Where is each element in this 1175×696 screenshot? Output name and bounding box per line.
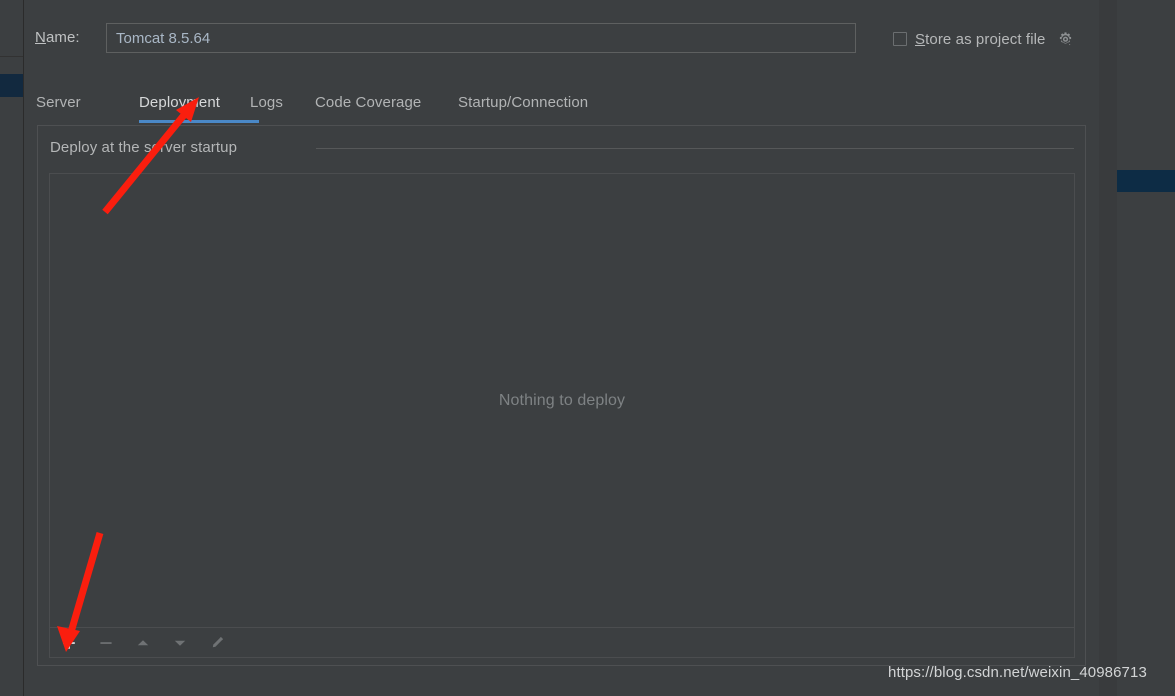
pencil-icon: [208, 634, 226, 652]
deploy-group-title: Deploy at the server startup: [50, 139, 246, 156]
deployment-list-toolbar: [49, 628, 1075, 658]
sidebar-row-selected[interactable]: [0, 74, 23, 97]
tab-logs[interactable]: Logs: [250, 88, 283, 123]
arrow-down-icon: [171, 634, 189, 652]
remove-button[interactable]: [93, 631, 119, 655]
tab-code-coverage[interactable]: Code Coverage: [315, 88, 421, 123]
sidebar-row[interactable]: [0, 56, 23, 75]
store-label-rest: tore as project file: [925, 31, 1045, 48]
minus-icon: [97, 634, 115, 652]
tab-startup-connection[interactable]: Startup/Connection: [458, 88, 588, 123]
gear-icon[interactable]: [1057, 31, 1074, 48]
move-down-button[interactable]: [167, 631, 193, 655]
tab-deployment[interactable]: Deployment: [139, 88, 220, 123]
plus-icon: [60, 634, 78, 652]
tab-server[interactable]: Server: [36, 88, 81, 123]
store-label-mnemonic: S: [915, 31, 925, 48]
dialog-outer-gap: [1099, 0, 1117, 696]
name-label: Name:: [35, 29, 80, 46]
configuration-tab-bar: Server Deployment Logs Code Coverage Sta…: [24, 88, 1099, 123]
name-label-rest: ame:: [46, 29, 80, 46]
watermark-url: https://blog.csdn.net/weixin_40986713: [888, 664, 1147, 681]
arrow-up-icon: [134, 634, 152, 652]
store-as-project-file-row[interactable]: Store as project file: [893, 26, 1074, 52]
configuration-name-row: Name: Store as project file: [24, 22, 1099, 56]
right-panel-row-selected[interactable]: [1117, 170, 1175, 192]
empty-state-message: Nothing to deploy: [50, 174, 1074, 627]
right-panel-fragment: [1117, 0, 1175, 696]
deployment-artifact-list[interactable]: Nothing to deploy: [49, 173, 1075, 628]
deploy-at-startup-group: Deploy at the server startup Nothing to …: [37, 125, 1086, 666]
active-tab-underline: [139, 120, 259, 123]
move-up-button[interactable]: [130, 631, 156, 655]
edit-button[interactable]: [204, 631, 230, 655]
configuration-name-input[interactable]: [106, 23, 856, 53]
store-as-project-file-checkbox[interactable]: [893, 32, 907, 46]
store-as-project-file-label: Store as project file: [915, 31, 1046, 48]
group-title-divider: [316, 148, 1074, 149]
run-configuration-dialog: Name: Store as project file Server Deplo…: [24, 0, 1099, 696]
name-label-mnemonic: N: [35, 29, 46, 46]
left-sidebar-fragment: [0, 0, 24, 696]
add-button[interactable]: [56, 631, 82, 655]
